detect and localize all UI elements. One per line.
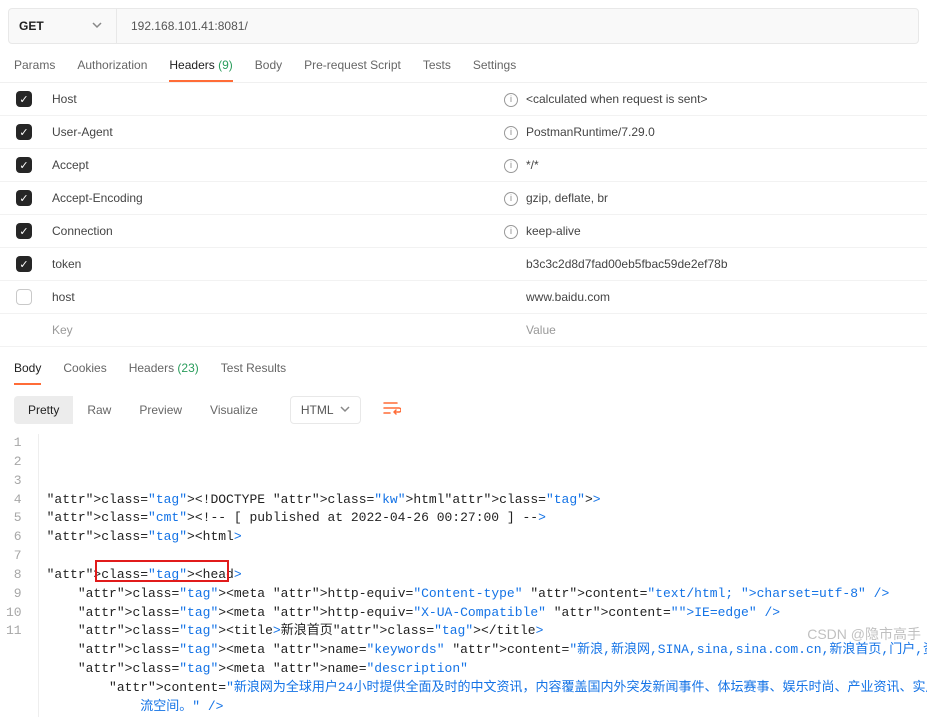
tab-headers[interactable]: Headers (9) — [169, 58, 232, 82]
request-tabs: Params Authorization Headers (9) Body Pr… — [0, 48, 927, 83]
response-body[interactable]: 1234567891011 "attr">class="tag"><!DOCTY… — [0, 432, 927, 725]
header-checkbox[interactable]: ✓ — [16, 91, 32, 107]
chevron-down-icon — [92, 19, 102, 33]
tab-authorization[interactable]: Authorization — [77, 58, 147, 82]
resp-tab-headers-count: (23) — [177, 361, 198, 375]
headers-table: ✓Hosti<calculated when request is sent>✓… — [0, 83, 927, 347]
info-icon: i — [500, 190, 522, 206]
header-value[interactable]: www.baidu.com — [522, 290, 927, 304]
header-key-placeholder[interactable]: Key — [48, 323, 500, 337]
header-value[interactable]: b3c3c2d8d7fad00eb5fbac59de2ef78b — [522, 257, 927, 271]
resp-tab-headers[interactable]: Headers (23) — [129, 361, 199, 385]
info-icon: i — [500, 91, 522, 107]
header-row[interactable]: ✓ Accepti*/* — [0, 149, 927, 182]
header-checkbox[interactable] — [16, 289, 32, 305]
resp-tab-cookies[interactable]: Cookies — [63, 361, 106, 385]
tab-body[interactable]: Body — [255, 58, 282, 82]
header-checkbox[interactable]: ✓ — [16, 124, 32, 140]
header-row-new[interactable]: Key Value — [0, 314, 927, 347]
response-tabs: Body Cookies Headers (23) Test Results — [0, 347, 927, 385]
tab-settings[interactable]: Settings — [473, 58, 516, 82]
header-value[interactable]: PostmanRuntime/7.29.0 — [522, 125, 927, 139]
view-preview[interactable]: Preview — [125, 396, 196, 424]
header-key[interactable]: User-Agent — [48, 125, 500, 139]
view-raw[interactable]: Raw — [73, 396, 125, 424]
header-value[interactable]: */* — [522, 158, 927, 172]
resp-tab-test-results[interactable]: Test Results — [221, 361, 286, 385]
tab-tests[interactable]: Tests — [423, 58, 451, 82]
header-checkbox[interactable]: ✓ — [16, 157, 32, 173]
header-checkbox[interactable]: ✓ — [16, 256, 32, 272]
header-value-placeholder[interactable]: Value — [522, 323, 927, 337]
header-key[interactable]: Connection — [48, 224, 500, 238]
http-method-dropdown[interactable]: GET — [9, 9, 117, 43]
header-key[interactable]: Accept-Encoding — [48, 191, 500, 205]
header-row[interactable]: ✓ token b3c3c2d8d7fad00eb5fbac59de2ef78b — [0, 248, 927, 281]
info-icon: i — [500, 157, 522, 173]
code-lines[interactable]: "attr">class="tag"><!DOCTYPE "attr">clas… — [38, 434, 927, 717]
chevron-down-icon — [340, 403, 350, 417]
header-key[interactable]: Host — [48, 92, 500, 106]
info-icon: i — [500, 223, 522, 239]
tab-params[interactable]: Params — [14, 58, 55, 82]
url-input[interactable]: 192.168.101.41:8081/ — [117, 9, 918, 43]
header-value[interactable]: <calculated when request is sent> — [522, 92, 927, 106]
header-row[interactable]: host www.baidu.com — [0, 281, 927, 314]
view-toolbar: Pretty Raw Preview Visualize HTML — [0, 385, 927, 432]
header-checkbox[interactable]: ✓ — [16, 190, 32, 206]
tab-headers-label: Headers — [169, 58, 214, 72]
header-row[interactable]: ✓ Hosti<calculated when request is sent> — [0, 83, 927, 116]
info-icon: i — [500, 124, 522, 140]
header-value[interactable]: keep-alive — [522, 224, 927, 238]
wrap-lines-icon[interactable] — [375, 395, 409, 424]
view-visualize[interactable]: Visualize — [196, 396, 272, 424]
header-key[interactable]: Accept — [48, 158, 500, 172]
watermark: CSDN @隐市高手 — [807, 624, 921, 644]
header-value[interactable]: gzip, deflate, br — [522, 191, 927, 205]
header-checkbox[interactable]: ✓ — [16, 223, 32, 239]
language-select[interactable]: HTML — [290, 396, 361, 424]
header-row[interactable]: ✓ Accept-Encodingigzip, deflate, br — [0, 182, 927, 215]
header-row[interactable]: ✓ User-AgentiPostmanRuntime/7.29.0 — [0, 116, 927, 149]
resp-tab-body[interactable]: Body — [14, 361, 41, 385]
http-method-label: GET — [19, 19, 44, 33]
header-key[interactable]: token — [48, 257, 500, 271]
header-key[interactable]: host — [48, 290, 500, 304]
tab-headers-count: (9) — [218, 58, 233, 72]
resp-tab-headers-label: Headers — [129, 361, 174, 375]
tab-prescript[interactable]: Pre-request Script — [304, 58, 401, 82]
view-pretty[interactable]: Pretty — [14, 396, 73, 424]
header-row[interactable]: ✓ Connectionikeep-alive — [0, 215, 927, 248]
view-mode-group: Pretty Raw Preview Visualize — [14, 396, 272, 424]
line-gutter: 1234567891011 — [0, 434, 38, 717]
language-label: HTML — [301, 403, 334, 417]
